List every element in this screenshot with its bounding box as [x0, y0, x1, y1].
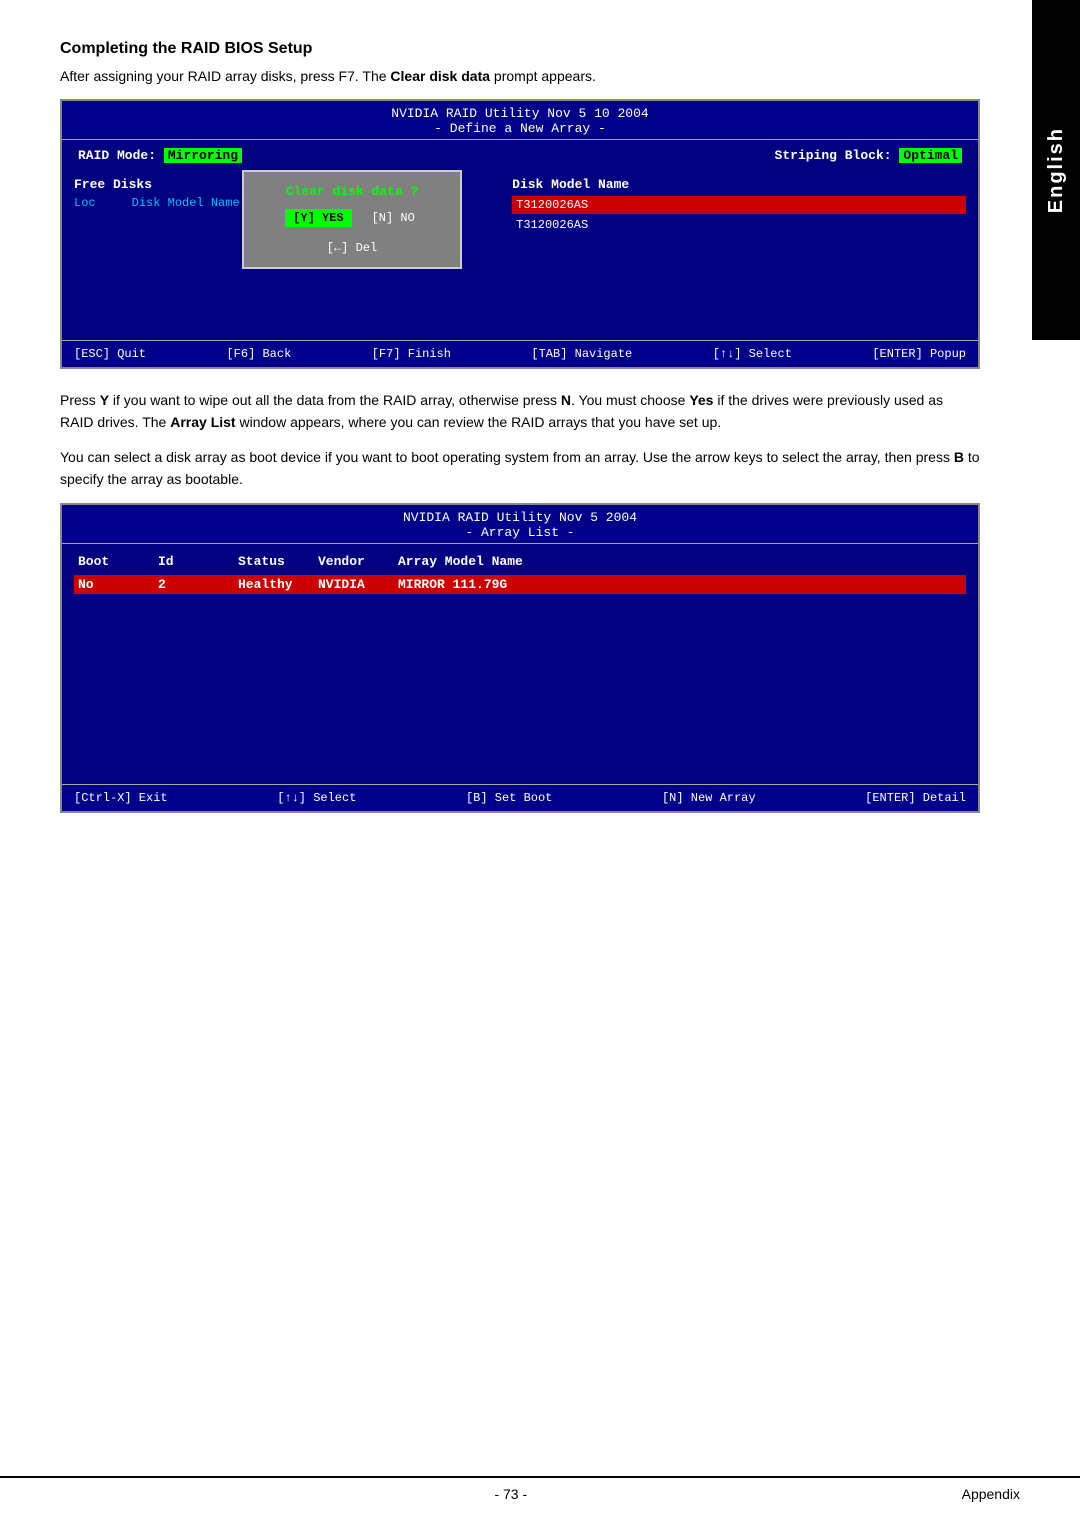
bios1-disk-right-label: Disk Model Name — [512, 177, 966, 192]
bios1-mode-row: RAID Mode: Mirroring Striping Block: Opt… — [74, 148, 966, 163]
bios1-footer: [ESC] Quit [F6] Back [F7] Finish [TAB] N… — [62, 340, 978, 367]
bios1-raid-mode: RAID Mode: Mirroring — [78, 148, 242, 163]
intro-text: After assigning your RAID array disks, p… — [60, 66, 980, 87]
page-footer: - 73 - Appendix — [0, 1476, 1080, 1502]
clear-disk-dialog: Clear disk data ? [Y] YES [N] NO [←] Del — [242, 170, 462, 269]
bios1-footer-esc: [ESC] Quit — [74, 347, 146, 361]
bios1-footer-enter: [ENTER] Popup — [872, 347, 966, 361]
row1-status: Healthy — [234, 575, 314, 594]
col-array: Array Model Name — [394, 554, 594, 569]
dialog-no[interactable]: [N] NO — [368, 209, 419, 227]
body-para2: You can select a disk array as boot devi… — [60, 446, 980, 491]
page-number: - 73 - — [60, 1486, 962, 1502]
bios1-footer-select: [↑↓] Select — [713, 347, 792, 361]
bios1-right-col: Disk Model Name T3120026AS T3120026AS — [502, 177, 966, 234]
row1-vendor: NVIDIA — [314, 575, 394, 594]
col-vendor: Vendor — [314, 554, 394, 569]
bios2-body: Boot Id Status Vendor Array Model Name N… — [62, 544, 978, 784]
english-label: English — [1045, 127, 1068, 213]
dialog-options: [Y] YES [N] NO — [264, 209, 440, 227]
dialog-title: Clear disk data ? — [264, 184, 440, 199]
bios2-title: NVIDIA RAID Utility Nov 5 2004 - Array L… — [62, 505, 978, 544]
col-boot: Boot — [74, 554, 154, 569]
bios1-striping: Striping Block: Optimal — [775, 148, 962, 163]
bios1-footer-f6: [F6] Back — [226, 347, 291, 361]
bios1-disk-row1: T3120026AS — [512, 196, 966, 214]
section-heading: Completing the RAID BIOS Setup — [60, 40, 980, 58]
dialog-yes[interactable]: [Y] YES — [285, 209, 351, 227]
bios-screen-2: NVIDIA RAID Utility Nov 5 2004 - Array L… — [60, 503, 980, 813]
bios1-body: RAID Mode: Mirroring Striping Block: Opt… — [62, 140, 978, 340]
bios2-col-headers: Boot Id Status Vendor Array Model Name — [74, 554, 966, 569]
bios2-footer-new: [N] New Array — [662, 791, 756, 805]
bios2-footer: [Ctrl-X] Exit [↑↓] Select [B] Set Boot [… — [62, 784, 978, 811]
col-id: Id — [154, 554, 234, 569]
bios1-columns: Free Disks Loc Disk Model Name Clear dis… — [74, 177, 966, 234]
bios1-disk-row2: T3120026AS — [512, 216, 966, 234]
row1-id: 2 — [154, 575, 234, 594]
bios1-left-col: Free Disks Loc Disk Model Name Clear dis… — [74, 177, 502, 234]
bios2-data-row1: No 2 Healthy NVIDIA MIRROR 111.79G — [74, 575, 966, 594]
english-tab: English — [1032, 0, 1080, 340]
row1-boot: No — [74, 575, 154, 594]
bios1-footer-f7: [F7] Finish — [372, 347, 451, 361]
bios2-footer-boot: [B] Set Boot — [466, 791, 552, 805]
bios1-title: NVIDIA RAID Utility Nov 5 10 2004 - Defi… — [62, 101, 978, 140]
body-para1: Press Y if you want to wipe out all the … — [60, 389, 980, 434]
bios2-footer-ctrlx: [Ctrl-X] Exit — [74, 791, 168, 805]
bios2-footer-select: [↑↓] Select — [277, 791, 356, 805]
bios-screen-1: NVIDIA RAID Utility Nov 5 10 2004 - Defi… — [60, 99, 980, 369]
bios1-footer-tab: [TAB] Navigate — [531, 347, 632, 361]
appendix-label: Appendix — [962, 1486, 1020, 1502]
dialog-del: [←] Del — [264, 241, 440, 255]
col-status: Status — [234, 554, 314, 569]
row1-array: MIRROR 111.79G — [394, 575, 594, 594]
main-content: Completing the RAID BIOS Setup After ass… — [0, 0, 1080, 873]
bios2-footer-detail: [ENTER] Detail — [865, 791, 966, 805]
